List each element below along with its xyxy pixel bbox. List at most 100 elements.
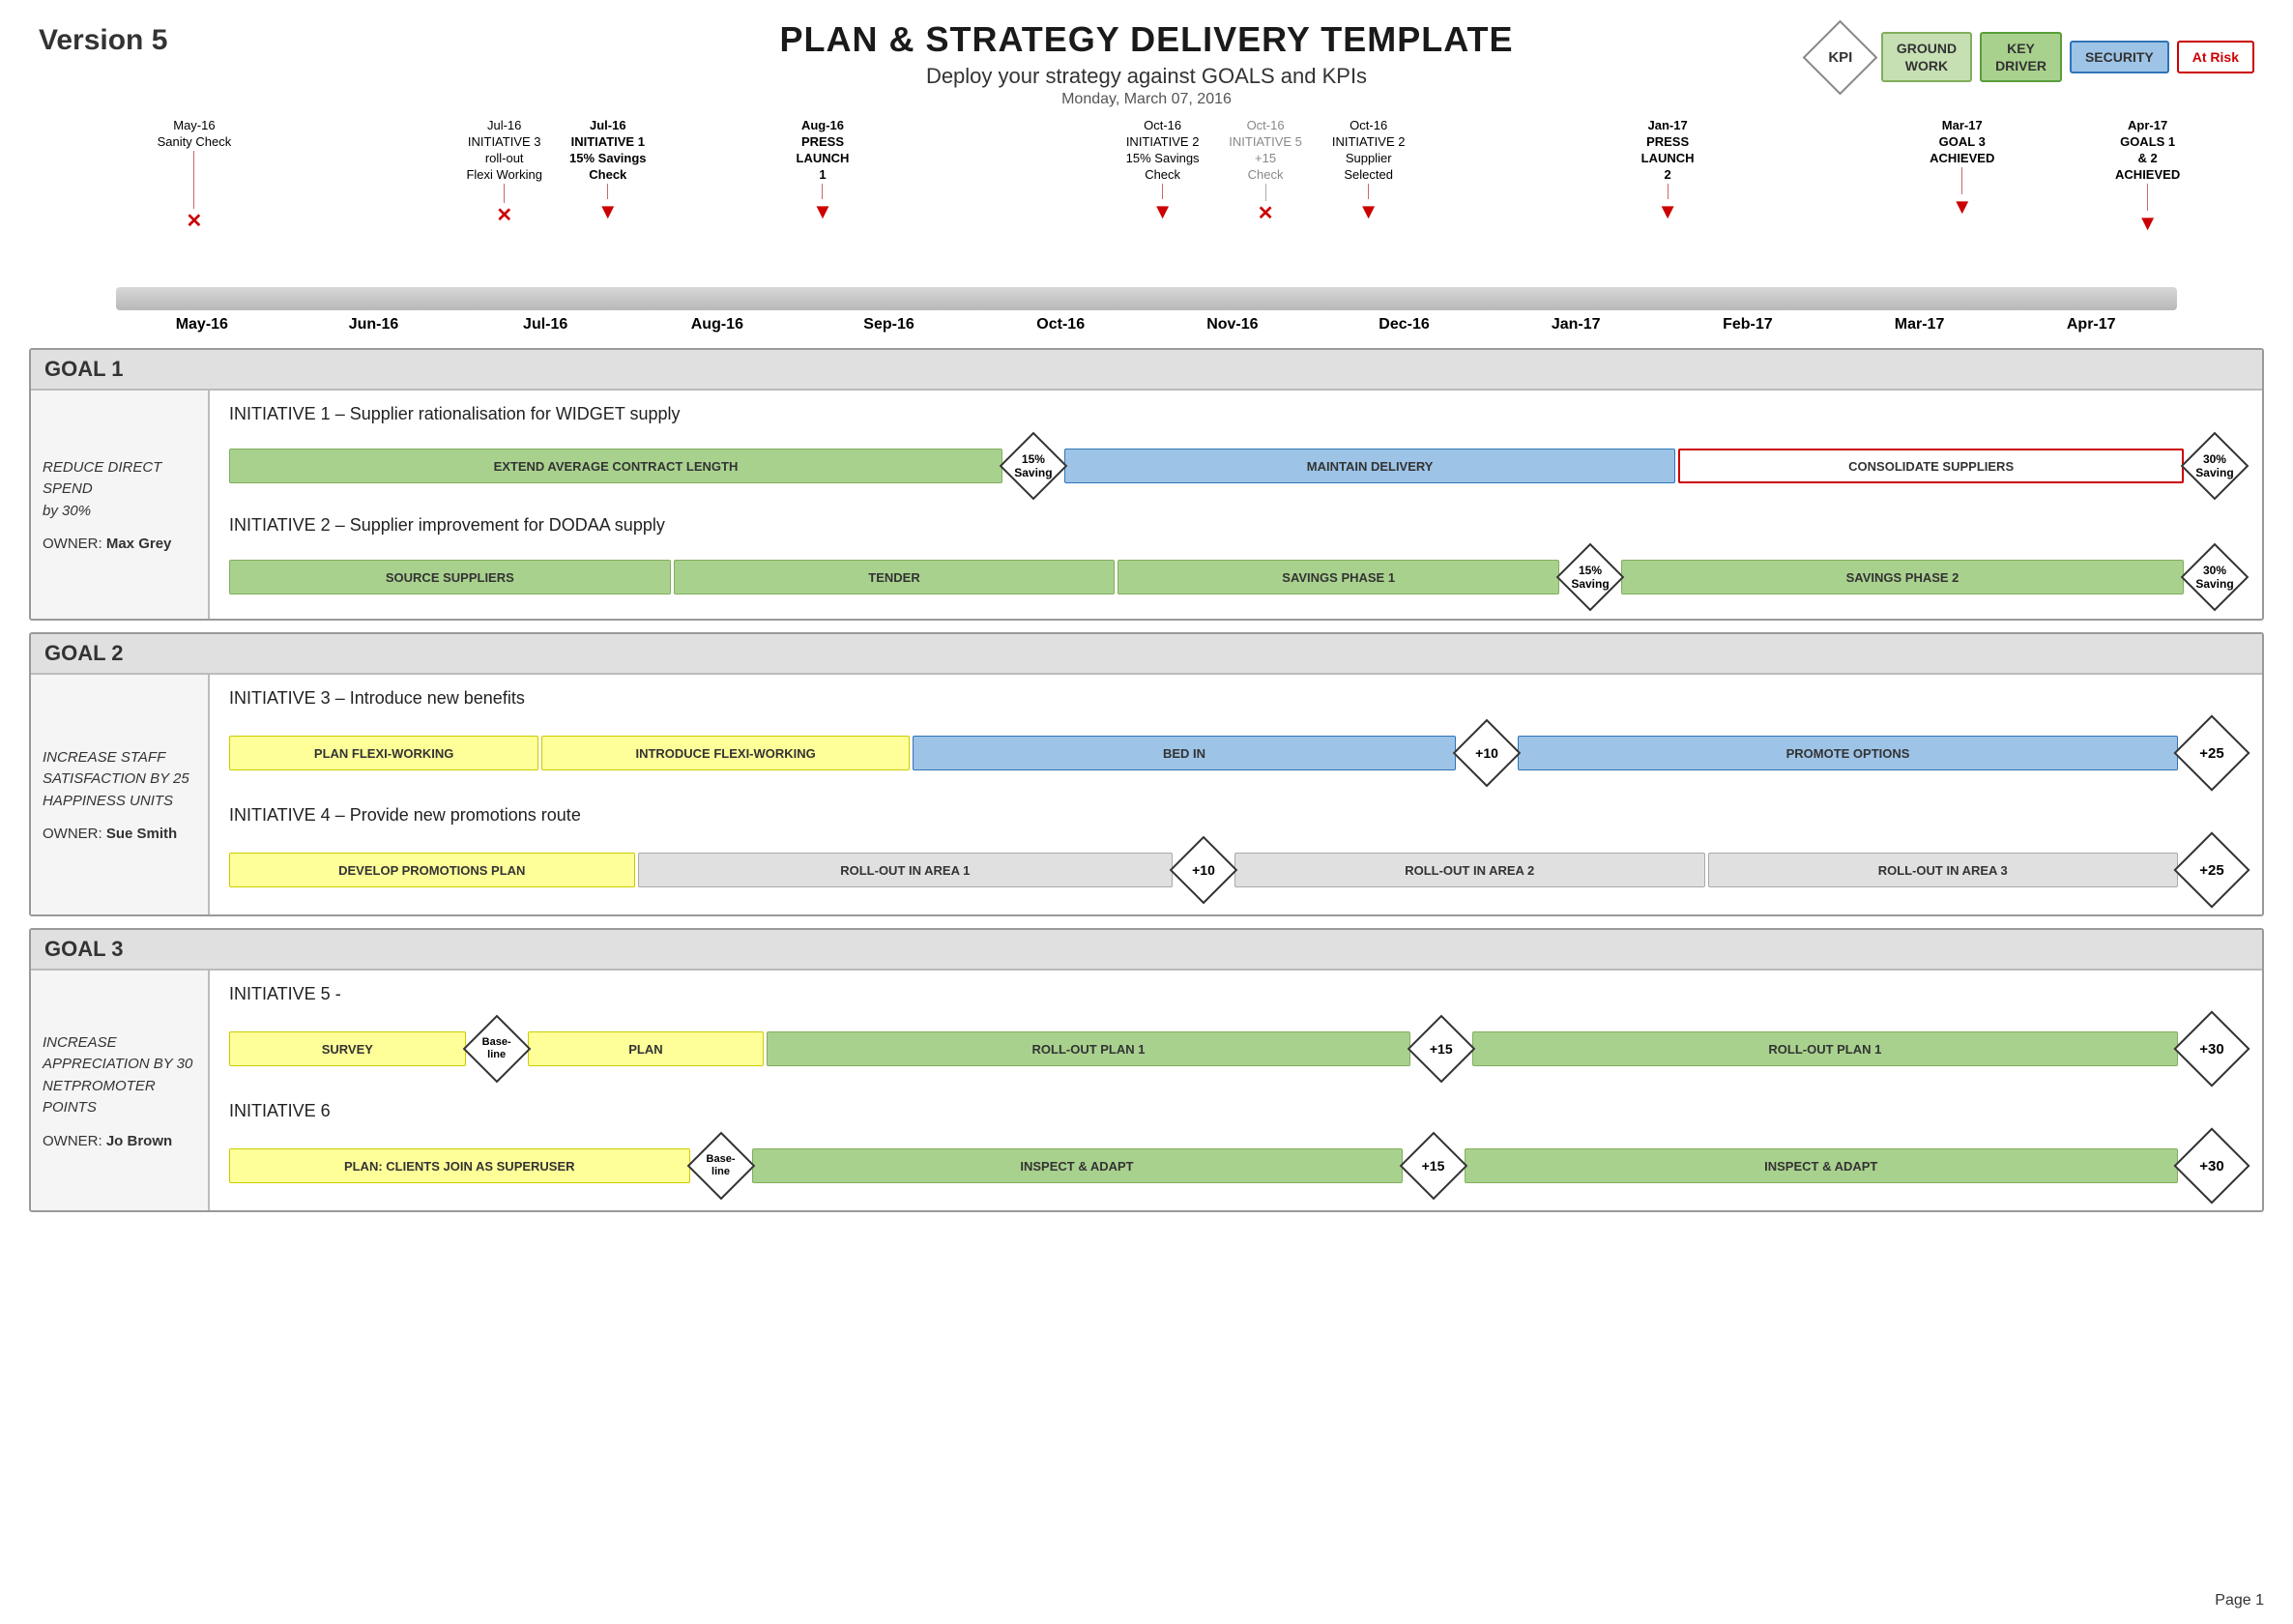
page: Version 5 PLAN & STRATEGY DELIVERY TEMPL… bbox=[0, 0, 2293, 1624]
goal3-owner: OWNER: Jo Brown bbox=[43, 1133, 196, 1149]
goal2-header: GOAL 2 bbox=[31, 634, 2262, 675]
diamond-plus30-init6: +30 bbox=[2181, 1135, 2243, 1197]
milestone-connector bbox=[504, 184, 505, 203]
timeline-section: May-16Sanity Check ✕ Jul-16INITIATIVE 3r… bbox=[29, 118, 2264, 334]
goal1-header: GOAL 1 bbox=[31, 350, 2262, 391]
goal2-sidebar: INCREASE STAFF SATISFACTION BY 25 HAPPIN… bbox=[31, 675, 210, 914]
page-number: Page 1 bbox=[2215, 1592, 2264, 1610]
diamond-plus10-init4: +10 bbox=[1176, 842, 1232, 898]
goal2-section: GOAL 2 INCREASE STAFF SATISFACTION BY 25… bbox=[29, 632, 2264, 916]
init1-title: INITIATIVE 1 – Supplier rationalisation … bbox=[229, 404, 2243, 424]
diamond-15pct-saving-init2: 15%Saving bbox=[1562, 549, 1618, 605]
bar-consolidate-suppliers: CONSOLIDATE SUPPLIERS bbox=[1678, 449, 2184, 483]
goal1-body: REDUCE DIRECT SPENDby 30% OWNER: Max Gre… bbox=[31, 391, 2262, 619]
init2-title: INITIATIVE 2 – Supplier improvement for … bbox=[229, 515, 2243, 536]
legend-keydriver: KEYDRIVER bbox=[1980, 32, 2062, 82]
diamond-plus10-init3: +10 bbox=[1459, 725, 1515, 781]
milestone-initiative3-rollout: Jul-16INITIATIVE 3roll-outFlexi Working … bbox=[466, 118, 542, 227]
milestone-arrow-marker: ▼ bbox=[1358, 199, 1379, 224]
diamond-plus30-init5: +30 bbox=[2181, 1018, 2243, 1080]
goal1-owner: OWNER: Max Grey bbox=[43, 536, 196, 552]
milestone-supplier-selected: Oct-16INITIATIVE 2SupplierSelected ▼ bbox=[1332, 118, 1406, 224]
goal1-sidebar-text: REDUCE DIRECT SPENDby 30% bbox=[43, 457, 196, 523]
init4-bars: DEVELOP PROMOTIONS PLAN ROLL-OUT IN AREA… bbox=[229, 839, 2243, 901]
goal2-initiatives: INITIATIVE 3 – Introduce new benefits PL… bbox=[210, 675, 2262, 914]
bar-rollout-area1: ROLL-OUT IN AREA 1 bbox=[638, 853, 1173, 887]
milestone-x-marker: ✕ bbox=[187, 209, 203, 233]
kpi-label: KPI bbox=[1828, 49, 1852, 66]
month-oct16: Oct-16 bbox=[974, 316, 1146, 334]
milestone-label: Oct-16INITIATIVE 2SupplierSelected bbox=[1332, 118, 1406, 184]
milestone-arrow-marker: ▼ bbox=[1152, 199, 1174, 224]
legend-groundwork: GROUNDWORK bbox=[1881, 32, 1972, 82]
bar-tender: TENDER bbox=[674, 560, 1116, 594]
bar-bed-in: BED IN bbox=[913, 736, 1456, 770]
bar-extend-contract: EXTEND AVERAGE CONTRACT LENGTH bbox=[229, 449, 1002, 483]
bar-inspect-adapt-init6a: INSPECT & ADAPT bbox=[752, 1148, 1403, 1183]
goal3-header: GOAL 3 bbox=[31, 930, 2262, 971]
milestone-arrow-marker: ▼ bbox=[1952, 194, 1973, 219]
header: Version 5 PLAN & STRATEGY DELIVERY TEMPL… bbox=[29, 19, 2264, 108]
diamond-30pct-saving-init2: 30%Saving bbox=[2187, 549, 2243, 605]
milestone-goal3-achieved: Mar-17GOAL 3ACHIEVED ▼ bbox=[1930, 118, 1994, 219]
diamond-plus25-init4: +25 bbox=[2181, 839, 2243, 901]
bar-rollout-plan1b-init5: ROLL-OUT PLAN 1 bbox=[1472, 1031, 2178, 1066]
milestone-sanity-check: May-16Sanity Check ✕ bbox=[158, 118, 232, 233]
init6-title: INITIATIVE 6 bbox=[229, 1101, 2243, 1121]
bar-inspect-adapt-init6b: INSPECT & ADAPT bbox=[1465, 1148, 2179, 1183]
milestone-connector bbox=[607, 184, 608, 199]
bar-rollout-plan1-init5: ROLL-OUT PLAN 1 bbox=[767, 1031, 1410, 1066]
month-apr17: Apr-17 bbox=[2005, 316, 2177, 334]
legend-area: KPI GROUNDWORK KEYDRIVER SECURITY At Ris… bbox=[1808, 24, 2254, 90]
month-jul16: Jul-16 bbox=[459, 316, 631, 334]
initiative6: INITIATIVE 6 PLAN: CLIENTS JOIN AS SUPER… bbox=[229, 1101, 2243, 1197]
month-jun16: Jun-16 bbox=[288, 316, 460, 334]
goal1-sidebar: REDUCE DIRECT SPENDby 30% OWNER: Max Gre… bbox=[31, 391, 210, 619]
milestone-connector bbox=[1162, 184, 1163, 199]
milestone-label: May-16Sanity Check bbox=[158, 118, 232, 151]
milestone-label: Aug-16PRESSLAUNCH1 bbox=[797, 118, 850, 184]
kpi-diamond: KPI bbox=[1808, 24, 1873, 90]
diamond-15pct-saving: 15%Saving bbox=[1005, 438, 1061, 494]
goal3-initiatives: INITIATIVE 5 - SURVEY Base-line PLAN ROL… bbox=[210, 971, 2262, 1210]
init4-title: INITIATIVE 4 – Provide new promotions ro… bbox=[229, 805, 2243, 826]
goal3-sidebar-text: INCREASE APPRECIATION BY 30 NETPROMOTER … bbox=[43, 1032, 196, 1119]
goal2-sidebar-text: INCREASE STAFF SATISFACTION BY 25 HAPPIN… bbox=[43, 747, 196, 813]
init6-bars: PLAN: CLIENTS JOIN AS SUPERUSER Base-lin… bbox=[229, 1135, 2243, 1197]
timeline-milestones: May-16Sanity Check ✕ Jul-16INITIATIVE 3r… bbox=[116, 118, 2177, 287]
milestone-arrow-marker: ▼ bbox=[1657, 199, 1678, 224]
milestone-connector bbox=[822, 184, 823, 199]
version-label: Version 5 bbox=[39, 24, 167, 57]
init1-bars: EXTEND AVERAGE CONTRACT LENGTH 15%Saving… bbox=[229, 438, 2243, 494]
bar-rollout-area3: ROLL-OUT IN AREA 3 bbox=[1708, 853, 2179, 887]
legend-atrisk: At Risk bbox=[2177, 41, 2254, 73]
milestone-connector bbox=[193, 151, 194, 209]
bar-source-suppliers: SOURCE SUPPLIERS bbox=[229, 560, 671, 594]
bar-savings-phase1: SAVINGS PHASE 1 bbox=[1117, 560, 1559, 594]
goal1-section: GOAL 1 REDUCE DIRECT SPENDby 30% OWNER: … bbox=[29, 348, 2264, 621]
init2-bars: SOURCE SUPPLIERS TENDER SAVINGS PHASE 1 … bbox=[229, 549, 2243, 605]
bar-plan-flexi: PLAN FLEXI-WORKING bbox=[229, 736, 538, 770]
diamond-plus15-init5: +15 bbox=[1413, 1021, 1469, 1077]
month-sep16: Sep-16 bbox=[803, 316, 975, 334]
milestone-x-marker: ✕ bbox=[1258, 201, 1274, 225]
milestone-label: Oct-16INITIATIVE 215% SavingsCheck bbox=[1126, 118, 1200, 184]
initiative5: INITIATIVE 5 - SURVEY Base-line PLAN ROL… bbox=[229, 984, 2243, 1080]
goal3-section: GOAL 3 INCREASE APPRECIATION BY 30 NETPR… bbox=[29, 928, 2264, 1212]
milestone-arrow-marker: ▼ bbox=[812, 199, 833, 224]
bar-introduce-flexi: INTRODUCE FLEXI-WORKING bbox=[541, 736, 910, 770]
milestone-connector bbox=[1265, 184, 1266, 201]
bar-plan-clients: PLAN: CLIENTS JOIN AS SUPERUSER bbox=[229, 1148, 690, 1183]
diamond-plus15-init6: +15 bbox=[1406, 1138, 1462, 1194]
diamond-30pct-saving-init1: 30%Saving bbox=[2187, 438, 2243, 494]
month-jan17: Jan-17 bbox=[1490, 316, 1662, 334]
bar-plan-init5: PLAN bbox=[528, 1031, 765, 1066]
milestone-initiative5-check: Oct-16INITIATIVE 5+15Check ✕ bbox=[1229, 118, 1302, 225]
milestone-press-launch-1: Aug-16PRESSLAUNCH1 ▼ bbox=[797, 118, 850, 224]
header-date: Monday, March 07, 2016 bbox=[29, 91, 2264, 108]
milestone-connector bbox=[2147, 184, 2148, 211]
goal1-initiatives: INITIATIVE 1 – Supplier rationalisation … bbox=[210, 391, 2262, 619]
init5-title: INITIATIVE 5 - bbox=[229, 984, 2243, 1004]
initiative1: INITIATIVE 1 – Supplier rationalisation … bbox=[229, 404, 2243, 494]
month-nov16: Nov-16 bbox=[1146, 316, 1319, 334]
